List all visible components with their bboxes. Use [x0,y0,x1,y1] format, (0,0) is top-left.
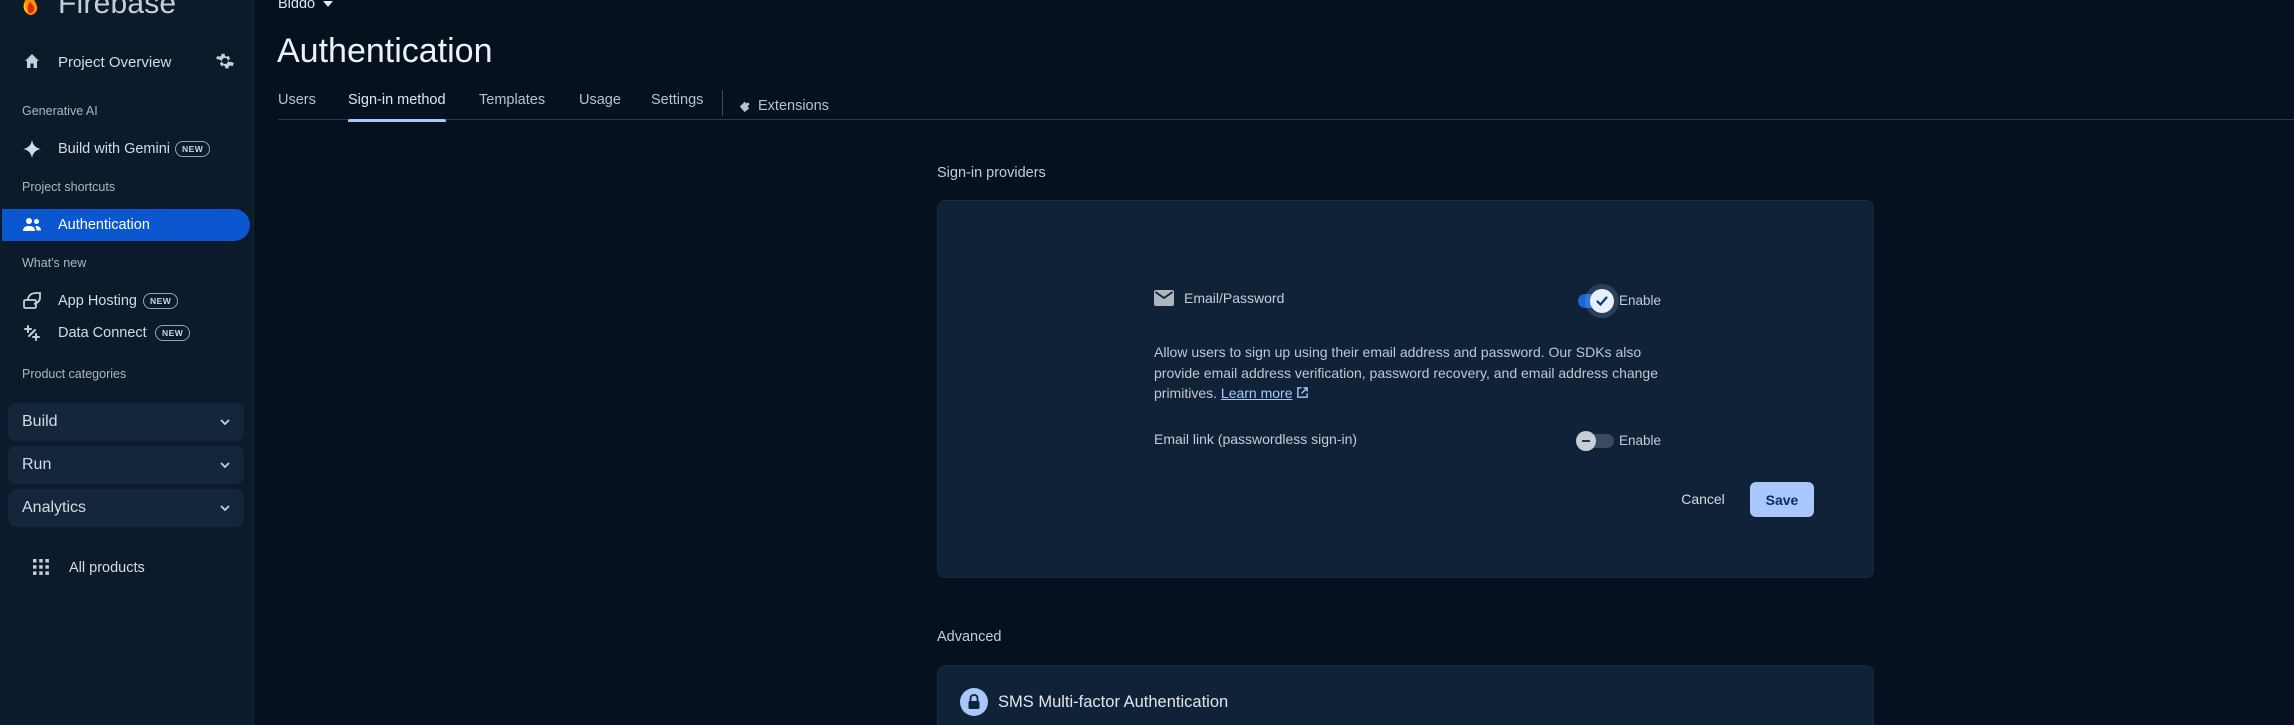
sidebar-item-data-connect[interactable]: Data Connect NEW [0,317,254,349]
brand-name: Firebase [58,0,177,20]
tab-extensions[interactable]: Extensions [738,92,829,120]
sms-mfa-row[interactable]: SMS Multi-factor Authentication [960,688,1228,716]
extensions-icon [739,101,750,112]
tab-templates[interactable]: Templates [479,92,545,120]
data-connect-icon [22,323,42,343]
gear-icon[interactable] [214,50,236,72]
sidebar: Firebase Project Overview Generative AI … [0,0,254,725]
email-password-description: Allow users to sign up using their email… [1154,342,1674,404]
email-password-row: Email/Password [1154,290,1284,306]
people-icon [22,215,42,235]
category-build[interactable]: Build [8,403,244,441]
project-selector[interactable]: Biddo [278,0,334,12]
check-icon [1590,289,1614,313]
new-badge: NEW [175,141,211,157]
tab-settings[interactable]: Settings [651,92,703,120]
email-password-toggle[interactable] [1578,289,1614,313]
learn-more-label: Learn more [1220,385,1293,401]
cancel-button[interactable]: Cancel [1664,482,1742,516]
page-title: Authentication [277,32,493,70]
chevron-down-icon [220,419,230,426]
external-link-icon [1297,387,1309,398]
email-password-enable-label: Enable [1619,293,1662,308]
section-generative-ai: Generative AI [22,104,98,118]
tab-bar: Users Sign-in method Templates Usage Set… [278,82,2294,122]
minus-icon [1576,431,1596,451]
category-run[interactable]: Run [8,446,244,484]
all-products-link[interactable]: All products [0,552,254,584]
home-icon [25,54,39,68]
sidebar-item-label: Authentication [58,217,150,233]
chevron-down-icon [220,462,230,469]
mail-icon [1154,290,1174,306]
project-name: Biddo [278,0,316,12]
tab-users[interactable]: Users [278,92,316,120]
tab-label: Extensions [758,98,829,114]
project-overview-link[interactable]: Project Overview [0,44,254,80]
tab-sign-in-method[interactable]: Sign-in method [348,92,446,122]
lock-icon [960,688,988,716]
category-analytics[interactable]: Analytics [8,489,244,527]
project-overview-label: Project Overview [58,53,172,71]
email-password-label: Email/Password [1184,290,1285,306]
advanced-heading: Advanced [937,629,1002,645]
tab-divider [722,90,723,116]
sidebar-item-label: Build with Gemini [58,141,171,157]
grid-icon [33,559,49,575]
sms-mfa-label: SMS Multi-factor Authentication [998,692,1229,711]
new-badge: NEW [143,293,179,309]
email-link-row: Email link (passwordless sign-in) [1154,431,1357,447]
section-project-shortcuts: Project shortcuts [22,180,116,194]
email-link-toggle[interactable] [1576,431,1614,451]
sidebar-item-authentication-content[interactable]: Authentication [0,209,254,241]
sidebar-item-label: Data Connect [58,325,147,341]
caret-down-icon [323,1,334,7]
sign-in-providers-heading: Sign-in providers [937,165,1046,181]
sidebar-item-build-with-gemini[interactable]: Build with Gemini NEW [0,133,254,165]
email-link-enable-label: Enable [1619,433,1662,448]
firebase-flame-icon [23,0,38,15]
category-label: Run [22,456,52,473]
section-product-categories: Product categories [22,367,127,381]
new-badge: NEW [155,325,191,341]
learn-more-link[interactable]: Learn more [1221,385,1293,401]
firebase-logo[interactable]: Firebase [20,0,176,22]
email-link-label: Email link (passwordless sign-in) [1154,431,1358,447]
all-products-label: All products [69,560,145,576]
sparkle-icon [22,139,42,159]
section-whats-new: What's new [22,256,87,270]
tab-usage[interactable]: Usage [579,92,621,120]
hosting-icon [22,291,42,311]
save-button[interactable]: Save [1750,482,1814,517]
chevron-down-icon [220,505,230,512]
category-label: Analytics [22,499,87,516]
sidebar-item-app-hosting[interactable]: App Hosting NEW [0,285,254,317]
sidebar-item-label: App Hosting [58,293,137,309]
category-label: Build [22,413,58,430]
